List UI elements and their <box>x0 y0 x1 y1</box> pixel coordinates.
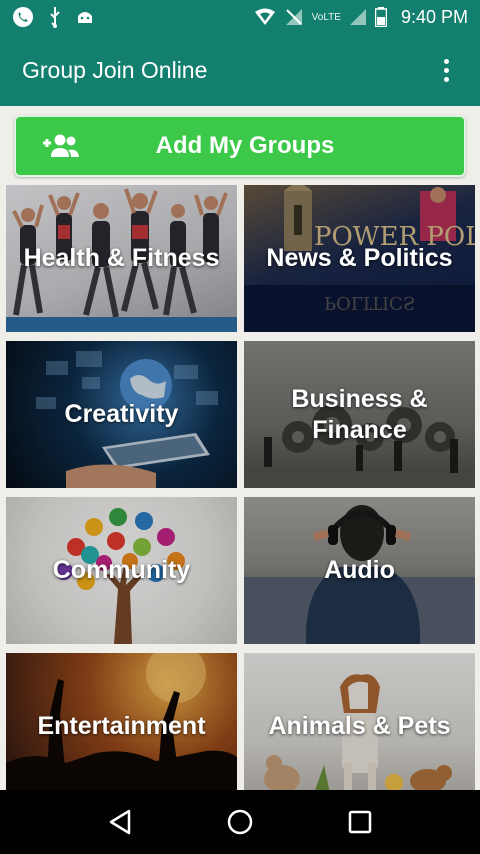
android-icon <box>78 12 92 23</box>
battery-icon <box>374 7 387 27</box>
app-title: Group Join Online <box>22 56 208 83</box>
status-right-icons: VoLTE 9:40 PM <box>254 7 468 28</box>
category-animals-pets[interactable]: Animals & Pets <box>244 653 475 790</box>
back-icon <box>109 809 131 835</box>
category-label: Audio <box>324 556 395 584</box>
category-health-fitness[interactable]: Health & Fitness <box>6 185 237 332</box>
category-label: Animals & Pets <box>268 712 451 740</box>
wifi-hotspot-icon <box>254 8 275 25</box>
category-community[interactable]: Community <box>6 497 237 644</box>
add-my-groups-label: Add My Groups <box>155 132 335 159</box>
signal-icon <box>349 9 366 25</box>
category-label: Health & Fitness <box>23 244 220 272</box>
app-bar: Group Join Online <box>0 34 480 106</box>
back-button[interactable] <box>100 802 140 842</box>
overflow-menu-icon[interactable] <box>434 50 458 90</box>
whatsapp-icon <box>13 7 33 27</box>
category-news-politics[interactable]: POWER POLITICS POLITICS News & Politics <box>244 185 475 332</box>
home-icon <box>227 809 253 835</box>
category-entertainment[interactable]: Entertainment <box>6 653 237 790</box>
usb-icon <box>50 7 60 28</box>
category-label: Business & Finance <box>291 384 428 444</box>
no-signal-icon <box>285 9 302 25</box>
status-left-icons <box>12 6 94 28</box>
main-content: Add My Groups Health & Fitness POWER POL… <box>0 106 480 790</box>
category-business-finance[interactable]: Business & Finance <box>244 341 475 488</box>
add-my-groups-button[interactable]: Add My Groups <box>14 115 466 177</box>
category-creativity[interactable]: Creativity <box>6 341 237 488</box>
category-label: Creativity <box>64 400 179 428</box>
volte-label: VoLTE <box>311 11 341 23</box>
recents-button[interactable] <box>340 802 380 842</box>
recents-icon <box>348 810 372 834</box>
nav-bar <box>0 790 480 854</box>
home-button[interactable] <box>220 802 260 842</box>
category-label: Entertainment <box>37 712 206 740</box>
add-group-icon <box>43 134 79 157</box>
category-audio[interactable]: Audio <box>244 497 475 644</box>
status-bar: VoLTE 9:40 PM <box>0 0 480 34</box>
category-label: News & Politics <box>266 244 453 272</box>
status-time: 9:40 PM <box>400 6 468 27</box>
category-label: Community <box>52 556 191 584</box>
